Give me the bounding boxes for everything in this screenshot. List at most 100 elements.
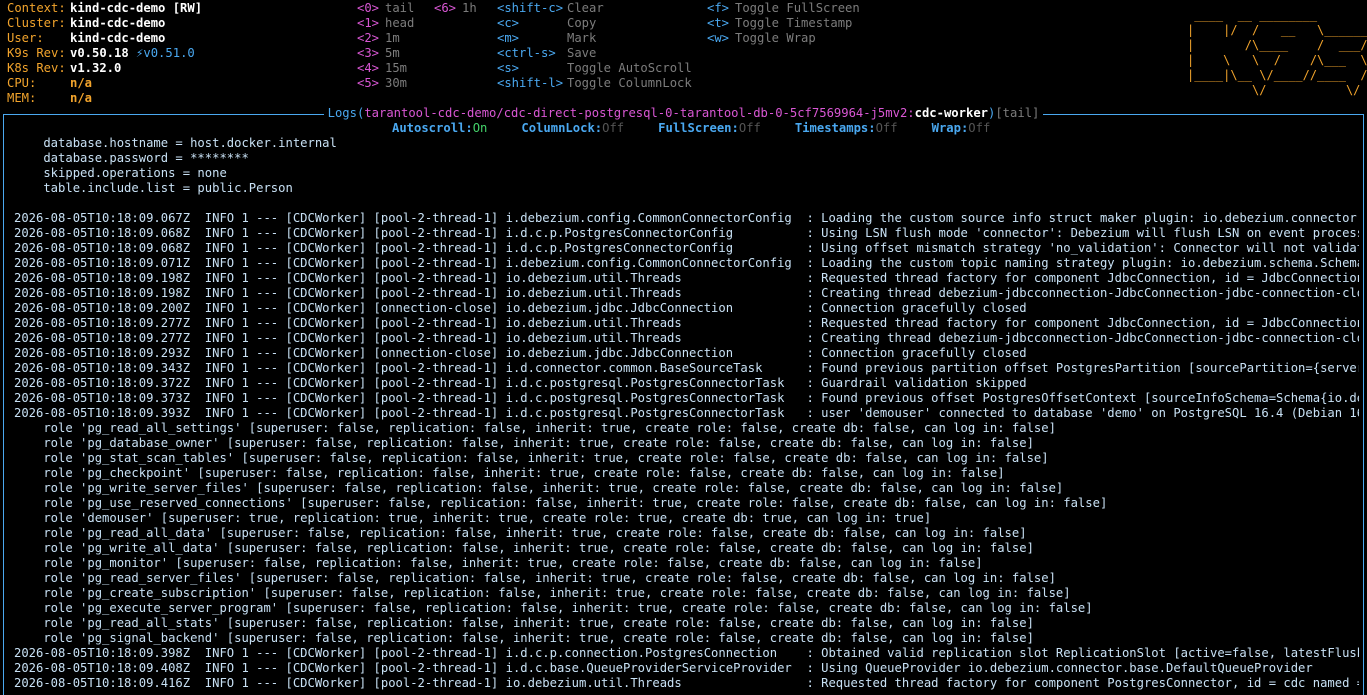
shortcuts-time-range: <0> tail <1> head <2> 1m <3> 5m <4> 15m <5> 30m bbox=[357, 1, 414, 91]
shortcut-row[interactable]: <c> Copy bbox=[497, 16, 692, 31]
shortcut-desc: Mark bbox=[567, 31, 597, 45]
shortcut-row[interactable]: <0> tail bbox=[357, 1, 414, 16]
log-line: database.hostname = host.docker.internal bbox=[14, 136, 337, 150]
shortcut-desc: 15m bbox=[385, 61, 408, 75]
log-line: 2026-08-05T10:18:09.071Z INFO 1 --- [CDC… bbox=[14, 256, 1359, 270]
log-line: role 'pg_create_subscription' [superuser… bbox=[14, 586, 1071, 600]
logo-line: \/ \/ bbox=[1187, 83, 1367, 97]
cluster-info-row: MEM: n/a bbox=[7, 91, 202, 106]
shortcut-desc: Toggle FullScreen bbox=[735, 1, 860, 15]
logo-line: ____ __ ________ bbox=[1187, 8, 1367, 22]
shortcut-key: <shift-l> bbox=[497, 76, 564, 90]
status-label: Autoscroll: bbox=[392, 121, 473, 135]
log-line: role 'pg_execute_server_program' [superu… bbox=[14, 601, 1093, 615]
shortcut-row[interactable]: <ctrl-s> Save bbox=[497, 46, 692, 61]
cluster-info-value: v0.50.18 bbox=[70, 46, 129, 60]
shortcut-row[interactable]: <w> Toggle Wrap bbox=[707, 31, 860, 46]
cluster-info-value: v1.32.0 bbox=[70, 61, 122, 75]
log-line: 2026-08-05T10:18:09.067Z INFO 1 --- [CDC… bbox=[14, 211, 1359, 225]
log-line: role 'demouser' [superuser: true, replic… bbox=[14, 511, 932, 525]
shortcut-desc: Toggle ColumnLock bbox=[567, 76, 692, 90]
log-line: 2026-08-05T10:18:09.198Z INFO 1 --- [CDC… bbox=[14, 286, 1359, 300]
log-line: database.password = ******** bbox=[14, 151, 249, 165]
log-line: 2026-08-05T10:18:09.068Z INFO 1 --- [CDC… bbox=[14, 241, 1359, 255]
log-line: role 'pg_read_all_data' [superuser: fals… bbox=[14, 526, 1027, 540]
status-wrap[interactable]: Wrap:Off bbox=[932, 121, 991, 136]
shortcut-desc: Toggle AutoScroll bbox=[567, 61, 692, 75]
shortcuts-actions: <shift-c> Clear <c> Copy <m> Mark <ctrl-s> Save… bbox=[497, 1, 692, 91]
logs-title-path: tarantool-cdc-demo/cdc-direct-postgresql… bbox=[364, 106, 915, 120]
log-line: 2026-08-05T10:18:09.393Z INFO 1 --- [CDC… bbox=[14, 406, 1359, 420]
shortcut-row[interactable]: <f> Toggle FullScreen bbox=[707, 1, 860, 16]
log-line: role 'pg_use_reserved_connections' [supe… bbox=[14, 496, 1108, 510]
shortcut-row[interactable]: <shift-l> Toggle ColumnLock bbox=[497, 76, 692, 91]
log-line: role 'pg_read_all_stats' [superuser: fal… bbox=[14, 616, 1034, 630]
shortcut-row[interactable]: <6> 1h bbox=[434, 1, 477, 16]
log-line: role 'pg_signal_backend' [superuser: fal… bbox=[14, 631, 1034, 645]
k9s-update-badge: ⚡v0.51.0 bbox=[136, 46, 195, 60]
log-line: 2026-08-05T10:18:09.373Z INFO 1 --- [CDC… bbox=[14, 391, 1359, 405]
status-value: Off bbox=[968, 121, 991, 135]
shortcut-key: <c> bbox=[497, 16, 520, 30]
cluster-info-label: MEM: bbox=[7, 91, 37, 105]
logo-line: | /\____ / ___/ bbox=[1187, 38, 1367, 52]
status-columnlock[interactable]: ColumnLock:Off bbox=[521, 121, 624, 136]
cluster-info-label: Context: bbox=[7, 1, 66, 15]
shortcut-row[interactable]: <t> Toggle Timestamp bbox=[707, 16, 860, 31]
status-value: Off bbox=[602, 121, 625, 135]
status-label: FullScreen: bbox=[658, 121, 739, 135]
shortcuts-toggles: <f> Toggle FullScreen <t> Toggle Timestamp <… bbox=[707, 1, 860, 46]
shortcut-row[interactable]: <m> Mark bbox=[497, 31, 692, 46]
shortcut-key: <shift-c> bbox=[497, 1, 564, 15]
log-line: 2026-08-05T10:18:09.200Z INFO 1 --- [CDC… bbox=[14, 301, 1027, 315]
shortcut-key: <3> bbox=[357, 46, 380, 60]
shortcut-desc: Clear bbox=[567, 1, 604, 15]
shortcut-key: <f> bbox=[707, 1, 730, 15]
cluster-info-value: n/a bbox=[70, 76, 93, 90]
shortcut-key: <5> bbox=[357, 76, 380, 90]
log-output[interactable]: database.hostname = host.docker.internal… bbox=[14, 136, 1359, 691]
log-line: 2026-08-05T10:18:09.398Z INFO 1 --- [CDC… bbox=[14, 646, 1359, 660]
cluster-info: Context: kind-cdc-demo [RW] Cluster: kind-c… bbox=[7, 1, 202, 106]
shortcut-row[interactable]: <4> 15m bbox=[357, 61, 414, 76]
log-line: role 'pg_monitor' [superuser: false, rep… bbox=[14, 556, 983, 570]
logs-title-prefix: Logs( bbox=[327, 106, 365, 120]
log-line: 2026-08-05T10:18:09.068Z INFO 1 --- [CDC… bbox=[14, 226, 1359, 240]
shortcut-key: <2> bbox=[357, 31, 380, 45]
cluster-info-label: User: bbox=[7, 31, 44, 45]
status-label: ColumnLock: bbox=[521, 121, 603, 135]
k9s-logo: ____ __ ________ | |/ / __ \______ | /\__… bbox=[1187, 8, 1367, 98]
log-line: skipped.operations = none bbox=[14, 166, 227, 180]
cluster-info-row: K8s Rev: v1.32.0 bbox=[7, 61, 202, 76]
shortcut-desc: 1m bbox=[385, 31, 400, 45]
shortcut-row[interactable]: <3> 5m bbox=[357, 46, 414, 61]
status-value: Off bbox=[738, 121, 761, 135]
log-line: 2026-08-05T10:18:09.198Z INFO 1 --- [CDC… bbox=[14, 271, 1359, 285]
cluster-info-label: K8s Rev: bbox=[7, 61, 66, 75]
cluster-info-row: User: kind-cdc-demo bbox=[7, 31, 202, 46]
status-autoscroll[interactable]: Autoscroll:On bbox=[392, 121, 487, 136]
log-line: 2026-08-05T10:18:09.408Z INFO 1 --- [CDC… bbox=[14, 661, 1313, 675]
shortcut-row[interactable]: <s> Toggle AutoScroll bbox=[497, 61, 692, 76]
shortcut-key: <w> bbox=[707, 31, 730, 45]
shortcut-desc: head bbox=[385, 16, 415, 30]
logo-line: | \ \ / /\___ \ bbox=[1187, 53, 1367, 67]
log-line: role 'pg_read_all_settings' [superuser: … bbox=[14, 421, 1056, 435]
shortcut-key: <ctrl-s> bbox=[497, 46, 556, 60]
shortcut-desc: Toggle Timestamp bbox=[735, 16, 853, 30]
shortcut-key: <t> bbox=[707, 16, 730, 30]
shortcut-row[interactable]: <shift-c> Clear bbox=[497, 1, 692, 16]
cluster-info-row: Cluster: kind-cdc-demo bbox=[7, 16, 202, 31]
shortcut-row[interactable]: <1> head bbox=[357, 16, 414, 31]
shortcut-desc: 1h bbox=[462, 1, 477, 15]
status-fullscreen[interactable]: FullScreen:Off bbox=[658, 121, 761, 136]
logo-line: | |/ / __ \______ bbox=[1187, 23, 1367, 37]
shortcut-key: <m> bbox=[497, 31, 520, 45]
cluster-info-row: K9s Rev: v0.50.18 ⚡v0.51.0 bbox=[7, 46, 202, 61]
log-line: 2026-08-05T10:18:09.416Z INFO 1 --- [CDC… bbox=[14, 676, 1359, 690]
cluster-info-value: kind-cdc-demo bbox=[70, 31, 166, 45]
status-timestamps[interactable]: Timestamps:Off bbox=[795, 121, 898, 136]
shortcut-row[interactable]: <2> 1m bbox=[357, 31, 414, 46]
shortcut-row[interactable]: <5> 30m bbox=[357, 76, 414, 91]
